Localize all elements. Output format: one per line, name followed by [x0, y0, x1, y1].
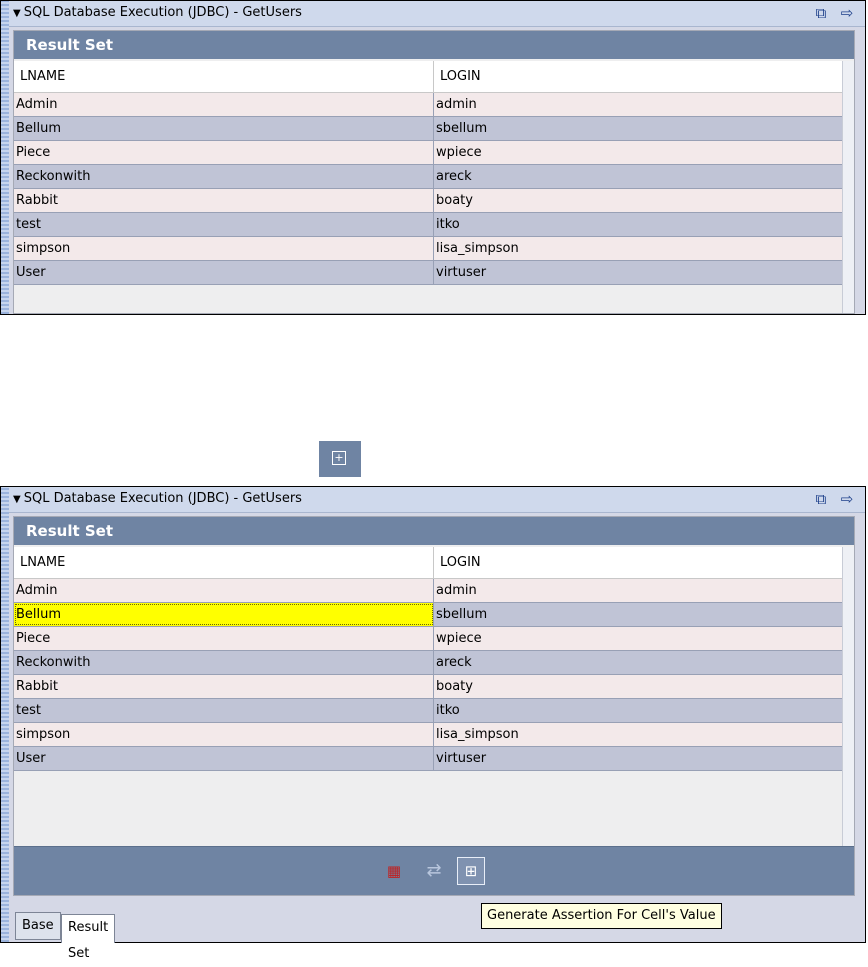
cell-lname[interactable]: Admin — [14, 579, 434, 602]
tooltip: Generate Assertion For Cell's Value — [481, 903, 722, 929]
cell-lname[interactable]: test — [14, 213, 434, 236]
result-toolbar: ▦ ⇄ ⊞ — [14, 846, 854, 895]
cell-login[interactable]: boaty — [434, 675, 842, 698]
column-header-lname[interactable]: LNAME — [14, 61, 434, 92]
cell-login[interactable]: sbellum — [434, 117, 842, 140]
cell-login[interactable]: admin — [434, 93, 842, 116]
table-grid-icon[interactable]: ▦ — [382, 859, 406, 883]
navigate-arrow-icon[interactable]: ⇨ — [837, 4, 857, 22]
panel-title[interactable]: ▼ SQL Database Execution (JDBC) - GetUser… — [13, 491, 302, 506]
generate-assertion-icon[interactable]: ⊞ — [457, 857, 485, 885]
tab-result-set[interactable]: Result Set — [61, 914, 116, 961]
cell-lname[interactable]: test — [14, 699, 434, 722]
detach-window-icon[interactable]: ⧉ — [811, 4, 831, 22]
cell-login[interactable]: wpiece — [434, 627, 842, 650]
cell-login[interactable]: areck — [434, 651, 842, 674]
cell-lname[interactable]: Reckonwith — [14, 651, 434, 674]
result-set-header: Result Set — [14, 517, 854, 545]
vertical-scrollbar[interactable] — [842, 61, 854, 313]
table-row[interactable]: Admin admin — [14, 579, 842, 603]
result-set-content: Result Set LNAME LOGIN Admin admin Bellum s… — [13, 516, 855, 896]
table-row[interactable]: simpson lisa_simpson — [14, 723, 842, 747]
table-row[interactable]: simpson lisa_simpson — [14, 237, 842, 261]
navigate-arrow-icon[interactable]: ⇨ — [837, 490, 857, 508]
table-row[interactable]: Piece wpiece — [14, 141, 842, 165]
cell-lname[interactable]: User — [14, 747, 434, 770]
table-row[interactable]: test itko — [14, 213, 842, 237]
column-header-login[interactable]: LOGIN — [434, 61, 842, 92]
cell-login[interactable]: lisa_simpson — [434, 237, 842, 260]
result-panel-after: ▼ SQL Database Execution (JDBC) - GetUser… — [0, 486, 866, 961]
panel-title-bar: ▼ SQL Database Execution (JDBC) - GetUser… — [9, 487, 865, 513]
cell-lname[interactable]: Piece — [14, 141, 434, 164]
cell-lname[interactable]: Admin — [14, 93, 434, 116]
panel-title-text: SQL Database Execution (JDBC) - GetUsers — [23, 5, 302, 20]
selected-cell[interactable]: Bellum — [14, 603, 434, 626]
swap-arrows-icon[interactable]: ⇄ — [422, 859, 446, 883]
table-row[interactable]: test itko — [14, 699, 842, 723]
column-header-login[interactable]: LOGIN — [434, 547, 842, 578]
table-body: Admin admin Bellum sbellum Piece wpiece Reckon… — [14, 93, 842, 285]
vertical-scrollbar[interactable] — [842, 547, 854, 895]
table-header-row: LNAME LOGIN — [14, 547, 842, 579]
cell-login[interactable]: sbellum — [434, 603, 842, 626]
table-row[interactable]: Piece wpiece — [14, 627, 842, 651]
cell-lname[interactable]: Rabbit — [14, 189, 434, 212]
cell-login[interactable]: boaty — [434, 189, 842, 212]
cell-login[interactable]: areck — [434, 165, 842, 188]
cell-lname[interactable]: simpson — [14, 723, 434, 746]
generate-assertion-button-highlight[interactable]: + — [319, 441, 361, 477]
result-table: LNAME LOGIN Admin admin Bellum sbellum Piece… — [14, 547, 842, 771]
table-row[interactable]: Bellum sbellum — [14, 603, 842, 627]
cell-lname[interactable]: Bellum — [14, 117, 434, 140]
cell-login[interactable]: wpiece — [434, 141, 842, 164]
cell-login[interactable]: admin — [434, 579, 842, 602]
table-row[interactable]: Rabbit boaty — [14, 675, 842, 699]
result-table: LNAME LOGIN Admin admin Bellum sbellum Piece… — [14, 61, 842, 285]
panel-drag-strip[interactable] — [1, 1, 9, 314]
generate-assertion-icon: + — [332, 451, 346, 465]
cell-login[interactable]: virtuser — [434, 261, 842, 284]
table-header-row: LNAME LOGIN — [14, 61, 842, 93]
detach-window-icon[interactable]: ⧉ — [811, 490, 831, 508]
table-row[interactable]: Rabbit boaty — [14, 189, 842, 213]
table-row[interactable]: Admin admin — [14, 93, 842, 117]
panel-title-bar: ▼ SQL Database Execution (JDBC) - GetUser… — [9, 1, 865, 27]
cell-login[interactable]: virtuser — [434, 747, 842, 770]
panel-drag-strip[interactable] — [1, 487, 9, 942]
cell-lname[interactable]: simpson — [14, 237, 434, 260]
cell-lname[interactable]: Piece — [14, 627, 434, 650]
cell-lname[interactable]: Reckonwith — [14, 165, 434, 188]
table-row[interactable]: Reckonwith areck — [14, 651, 842, 675]
cell-login[interactable]: lisa_simpson — [434, 723, 842, 746]
cell-lname[interactable]: User — [14, 261, 434, 284]
table-row[interactable]: User virtuser — [14, 747, 842, 771]
result-set-content: Result Set LNAME LOGIN Admin admin Bellum s… — [13, 30, 855, 314]
table-row[interactable]: Reckonwith areck — [14, 165, 842, 189]
cell-lname[interactable]: Rabbit — [14, 675, 434, 698]
cell-login[interactable]: itko — [434, 213, 842, 236]
cell-login[interactable]: itko — [434, 699, 842, 722]
result-panel-before: ▼ SQL Database Execution (JDBC) - GetUser… — [0, 0, 866, 315]
panel-title-text: SQL Database Execution (JDBC) - GetUsers — [23, 491, 302, 506]
tab-base[interactable]: Base — [15, 912, 61, 940]
table-body: Admin admin Bellum sbellum Piece wpiece Reckon… — [14, 579, 842, 771]
column-header-lname[interactable]: LNAME — [14, 547, 434, 578]
table-row[interactable]: User virtuser — [14, 261, 842, 285]
collapse-triangle-icon[interactable]: ▼ — [13, 8, 21, 19]
result-set-header: Result Set — [14, 31, 854, 59]
panel-title[interactable]: ▼ SQL Database Execution (JDBC) - GetUser… — [13, 5, 302, 20]
table-row[interactable]: Bellum sbellum — [14, 117, 842, 141]
collapse-triangle-icon[interactable]: ▼ — [13, 494, 21, 505]
